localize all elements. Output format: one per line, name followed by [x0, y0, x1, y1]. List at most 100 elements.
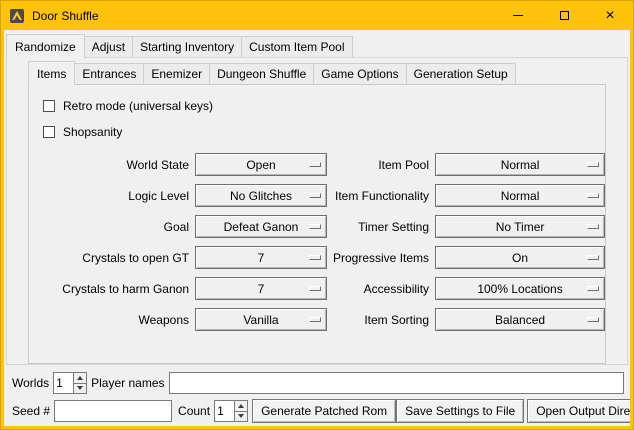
tab-entrances[interactable]: Entrances	[74, 63, 144, 84]
tab-dungeon-shuffle[interactable]: Dungeon Shuffle	[209, 63, 314, 84]
checkbox-icon	[43, 126, 55, 138]
count-input[interactable]	[215, 401, 234, 421]
crystals-gt-value: 7	[258, 251, 265, 265]
close-button[interactable]: ×	[587, 1, 633, 30]
arrow-up-icon	[238, 404, 244, 408]
weapons-dropdown[interactable]: Vanilla	[195, 308, 327, 331]
dropdown-indicator-icon	[309, 255, 321, 260]
dropdown-indicator-icon	[309, 286, 321, 291]
progressive-items-dropdown[interactable]: On	[435, 246, 605, 269]
item-sorting-label: Item Sorting	[333, 313, 429, 327]
close-icon: ×	[605, 8, 614, 24]
count-label: Count	[178, 404, 210, 418]
world-state-value: Open	[246, 158, 275, 172]
timer-setting-dropdown[interactable]: No Timer	[435, 215, 605, 238]
worlds-spinner[interactable]	[53, 372, 87, 394]
progressive-items-label: Progressive Items	[333, 251, 429, 265]
arrow-down-icon	[238, 414, 244, 418]
app-icon	[9, 8, 25, 24]
accessibility-value: 100% Locations	[477, 282, 562, 296]
save-settings-button[interactable]: Save Settings to File	[396, 399, 524, 423]
player-names-label: Player names	[91, 376, 164, 390]
logic-level-label: Logic Level	[39, 189, 189, 203]
item-pool-dropdown[interactable]: Normal	[435, 153, 605, 176]
tab-adjust[interactable]: Adjust	[84, 36, 133, 57]
window: Door Shuffle × Randomize Adjust Starting…	[0, 0, 634, 430]
item-functionality-value: Normal	[501, 189, 540, 203]
item-pool-value: Normal	[501, 158, 540, 172]
dropdown-indicator-icon	[309, 317, 321, 322]
maximize-icon	[560, 11, 569, 20]
count-spinner[interactable]	[214, 400, 248, 422]
seed-input[interactable]	[54, 400, 172, 422]
item-functionality-label: Item Functionality	[333, 189, 429, 203]
crystals-ganon-label: Crystals to harm Ganon	[39, 282, 189, 296]
dropdown-indicator-icon	[309, 224, 321, 229]
dropdown-indicator-icon	[309, 193, 321, 198]
logic-level-value: No Glitches	[230, 189, 292, 203]
retro-mode-checkbox[interactable]: Retro mode (universal keys)	[43, 93, 595, 119]
arrow-down-icon	[77, 386, 83, 390]
item-pool-label: Item Pool	[333, 158, 429, 172]
dropdown-indicator-icon	[587, 286, 599, 291]
weapons-label: Weapons	[39, 313, 189, 327]
player-names-input[interactable]	[169, 372, 625, 394]
outer-tab-bar: Randomize Adjust Starting Inventory Cust…	[4, 30, 630, 57]
minimize-button[interactable]	[495, 1, 541, 30]
tab-generation-setup[interactable]: Generation Setup	[406, 63, 516, 84]
crystals-ganon-dropdown[interactable]: 7	[195, 277, 327, 300]
shopsanity-label: Shopsanity	[63, 125, 122, 139]
tab-game-options[interactable]: Game Options	[313, 63, 406, 84]
crystals-gt-dropdown[interactable]: 7	[195, 246, 327, 269]
timer-setting-value: No Timer	[496, 220, 545, 234]
worlds-row: Worlds Player names	[8, 372, 626, 394]
spin-down-button[interactable]	[235, 411, 247, 422]
items-pane: Retro mode (universal keys) Shopsanity W…	[28, 84, 606, 364]
goal-dropdown[interactable]: Defeat Ganon	[195, 215, 327, 238]
minimize-icon	[513, 15, 523, 16]
item-functionality-dropdown[interactable]: Normal	[435, 184, 605, 207]
worlds-input[interactable]	[54, 373, 73, 393]
spin-down-button[interactable]	[74, 383, 86, 394]
tab-custom-item-pool[interactable]: Custom Item Pool	[241, 36, 352, 57]
checkbox-icon	[43, 100, 55, 112]
generate-patched-rom-button[interactable]: Generate Patched Rom	[252, 399, 396, 423]
timer-setting-label: Timer Setting	[333, 220, 429, 234]
content-area: Randomize Adjust Starting Inventory Cust…	[4, 30, 630, 426]
goal-label: Goal	[39, 220, 189, 234]
maximize-button[interactable]	[541, 1, 587, 30]
item-sorting-dropdown[interactable]: Balanced	[435, 308, 605, 331]
crystals-gt-label: Crystals to open GT	[39, 251, 189, 265]
item-sorting-value: Balanced	[495, 313, 545, 327]
spin-up-button[interactable]	[235, 401, 247, 411]
accessibility-dropdown[interactable]: 100% Locations	[435, 277, 605, 300]
accessibility-label: Accessibility	[333, 282, 429, 296]
spin-up-button[interactable]	[74, 373, 86, 383]
world-state-label: World State	[39, 158, 189, 172]
dropdown-indicator-icon	[587, 193, 599, 198]
seed-row: Seed # Count Generate Patched Rom Save S…	[8, 399, 626, 423]
shopsanity-checkbox[interactable]: Shopsanity	[43, 119, 595, 145]
tab-randomize[interactable]: Randomize	[6, 34, 85, 58]
tab-starting-inventory[interactable]: Starting Inventory	[132, 36, 242, 57]
inner-tab-bar: Items Entrances Enemizer Dungeon Shuffle…	[7, 58, 627, 84]
arrow-up-icon	[77, 376, 83, 380]
world-state-dropdown[interactable]: Open	[195, 153, 327, 176]
count-spin-buttons	[234, 401, 247, 421]
weapons-value: Vanilla	[243, 313, 278, 327]
tab-items[interactable]: Items	[28, 61, 75, 85]
goal-value: Defeat Ganon	[224, 220, 299, 234]
bottom-controls: Worlds Player names Seed # Count	[4, 365, 630, 426]
worlds-spin-buttons	[73, 373, 86, 393]
tab-enemizer[interactable]: Enemizer	[143, 63, 210, 84]
progressive-items-value: On	[512, 251, 528, 265]
randomize-pane: Items Entrances Enemizer Dungeon Shuffle…	[6, 57, 628, 365]
dropdown-indicator-icon	[587, 162, 599, 167]
options-grid: World State Open Item Pool Normal Logic …	[39, 153, 595, 331]
open-output-directory-button[interactable]: Open Output Directory	[527, 399, 630, 423]
dropdown-indicator-icon	[587, 255, 599, 260]
retro-mode-label: Retro mode (universal keys)	[63, 99, 213, 113]
logic-level-dropdown[interactable]: No Glitches	[195, 184, 327, 207]
worlds-label: Worlds	[12, 376, 49, 390]
titlebar: Door Shuffle ×	[1, 1, 633, 30]
